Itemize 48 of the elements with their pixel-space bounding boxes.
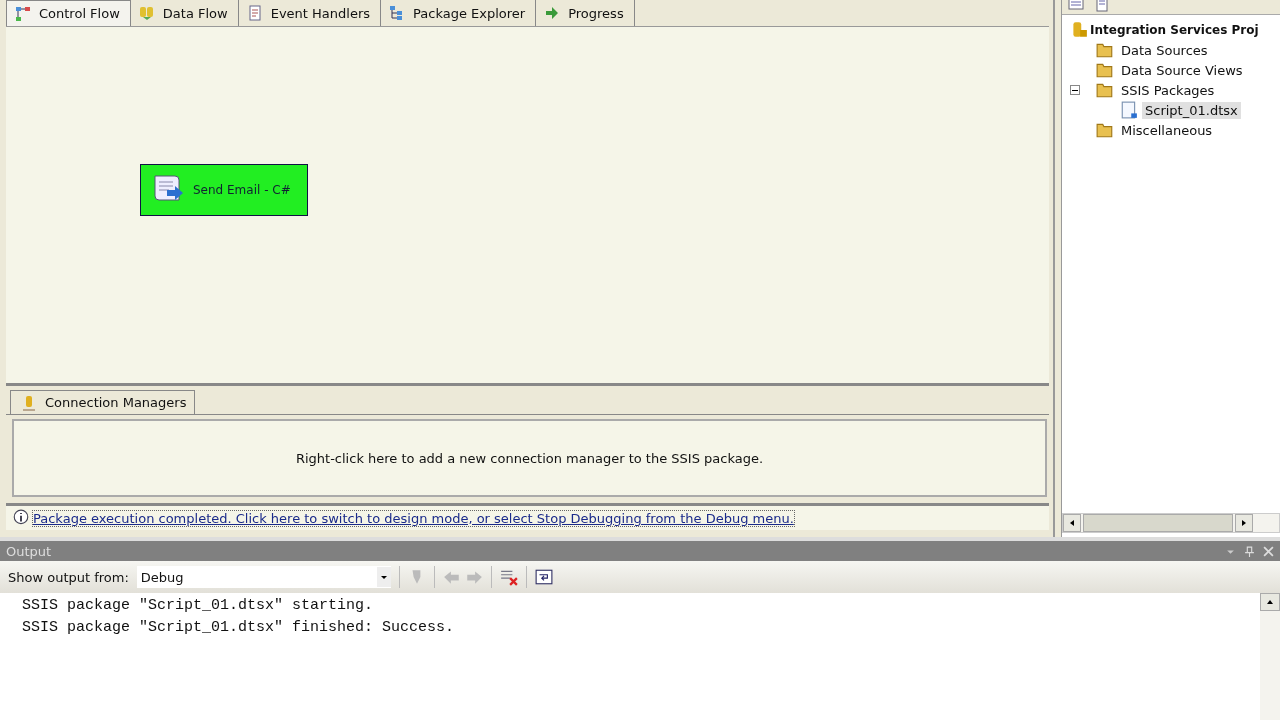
pin-icon[interactable] [1244,545,1255,557]
caret-icon [379,573,388,581]
output-source-dropdown[interactable]: Debug [136,566,391,588]
folder-icon [1096,61,1114,79]
package-file-icon [1120,101,1138,119]
clear-all-icon[interactable] [499,568,518,586]
tree-item[interactable]: Integration Services Proj [1090,22,1259,38]
scroll-up-icon[interactable] [1266,598,1274,606]
folder-icon [1096,81,1114,99]
designer-tab[interactable]: Event Handlers [238,0,381,26]
show-output-label: Show output from: [8,569,129,585]
diagram-icon [15,5,31,22]
tree-item[interactable]: Data Sources [1118,41,1211,59]
info-icon [12,509,30,527]
connection-hint: Right-click here to add a new connection manager to the SSIS package. [295,450,764,466]
folder-icon [1096,41,1114,59]
diagram-icon [389,5,405,21]
info-bar-link[interactable]: Package execution completed. Click here to switch to design mode, or select Stop Debugging from the Debug menu. [32,509,795,527]
arrow-icon [544,5,561,21]
connection-managers-tab[interactable]: Connection Managers [10,390,196,414]
document-icon [246,5,263,21]
tree-item[interactable]: Script_01.dtsx [1142,101,1241,119]
output-line: SSIS package "Script_01.dtsx" finished: Success. [22,619,456,638]
scroll-left-icon[interactable] [1068,519,1076,527]
cylinder-icon [21,394,37,411]
designer-tab[interactable]: Control Flow [6,0,131,26]
tree-item[interactable]: SSIS Packages [1118,81,1218,99]
folder-icon [1096,121,1114,139]
connection-managers-area[interactable]: Right-click here to add a new connection manager to the SSIS package. [12,419,1047,497]
collapse-toggle[interactable] [1070,85,1080,95]
cylinder-icon [138,5,155,21]
designer-tab[interactable]: Package Explorer [381,0,537,26]
script-task[interactable]: Send Email - C# [140,164,308,216]
panel-title: Output [6,543,52,559]
tree-item[interactable]: Miscellaneous [1118,121,1216,139]
horizontal-scrollbar[interactable] [1062,513,1280,533]
task-label: Send Email - C# [193,183,291,197]
designer-tab[interactable]: Data Flow [130,0,239,26]
document-icon[interactable] [1094,0,1110,12]
tree-item[interactable]: Data Source Views [1118,61,1246,79]
word-wrap-icon[interactable] [534,568,553,586]
output-line: SSIS package "Script_01.dtsx" starting. [22,597,375,616]
scroll-right-icon[interactable] [1240,519,1248,527]
designer-tab[interactable]: Progress [536,0,635,26]
close-icon[interactable] [1263,545,1274,557]
project-icon [1070,21,1088,39]
vertical-scrollbar[interactable] [1260,593,1280,720]
properties-icon[interactable] [1068,0,1084,12]
